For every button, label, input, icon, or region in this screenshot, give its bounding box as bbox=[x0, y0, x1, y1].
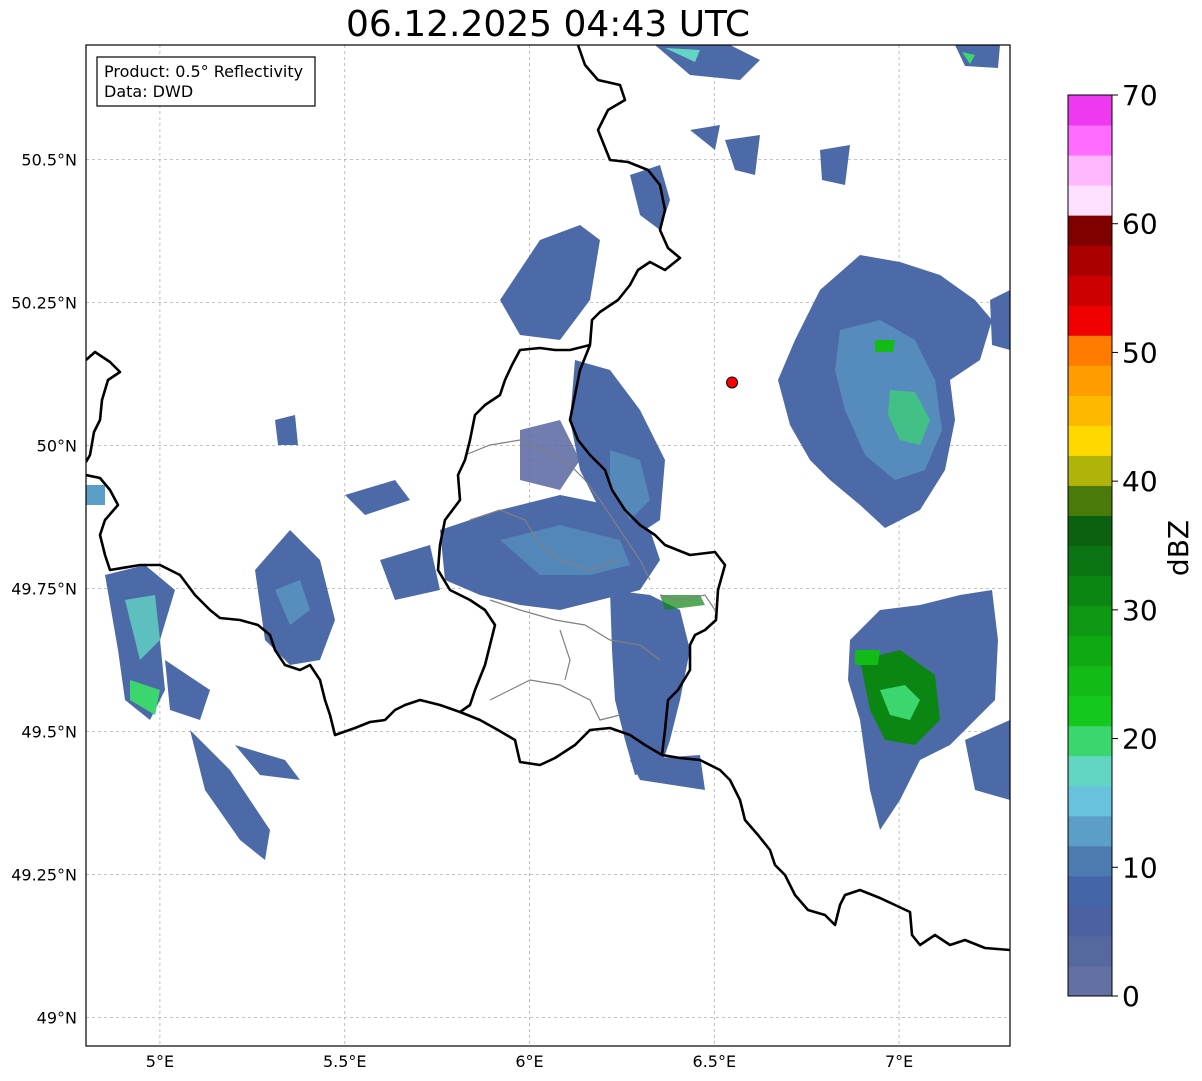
colorbar-tick-label: 40 bbox=[1122, 465, 1158, 498]
lat-tick-label: 49.75°N bbox=[11, 579, 77, 598]
colorbar-cell bbox=[1068, 485, 1112, 516]
colorbar-tick-label: 50 bbox=[1122, 336, 1158, 369]
colorbar-cell bbox=[1068, 935, 1112, 967]
info-data-source: Data: DWD bbox=[104, 82, 193, 101]
radar-site-marker bbox=[726, 376, 739, 389]
colorbar-cell bbox=[1068, 635, 1112, 667]
colorbar-cell bbox=[1068, 215, 1112, 246]
colorbar-cell bbox=[1068, 755, 1112, 787]
colorbar-cell bbox=[1068, 785, 1112, 817]
colorbar-cell bbox=[1068, 455, 1112, 486]
colorbar-cell bbox=[1068, 305, 1112, 336]
colorbar: 0 10 20 30 40 50 60 70 dBZ bbox=[1067, 79, 1195, 1013]
lon-tick-label: 5.5°E bbox=[323, 1052, 367, 1071]
colorbar-cell bbox=[1068, 185, 1112, 216]
colorbar-cell bbox=[1068, 695, 1112, 727]
colorbar-cell bbox=[1068, 275, 1112, 306]
colorbar-cell bbox=[1068, 125, 1112, 156]
colorbar-cell bbox=[1068, 515, 1112, 546]
info-product: Product: 0.5° Reflectivity bbox=[104, 62, 303, 81]
lon-tick-label: 5°E bbox=[146, 1052, 174, 1071]
lon-tick-label: 6°E bbox=[515, 1052, 543, 1071]
colorbar-cell bbox=[1068, 95, 1112, 126]
colorbar-cell bbox=[1068, 575, 1112, 607]
colorbar-cell bbox=[1068, 395, 1112, 426]
colorbar-cell bbox=[1068, 365, 1112, 396]
colorbar-tick-label: 70 bbox=[1122, 79, 1158, 112]
colorbar-label: dBZ bbox=[1162, 520, 1195, 576]
lon-tick-label: 7°E bbox=[885, 1052, 913, 1071]
colorbar-tick-label: 60 bbox=[1122, 208, 1158, 241]
colorbar-cell bbox=[1068, 905, 1112, 937]
colorbar-cell bbox=[1068, 425, 1112, 456]
colorbar-cell bbox=[1068, 155, 1112, 186]
colorbar-tick-label: 10 bbox=[1122, 851, 1158, 884]
colorbar-cell bbox=[1068, 725, 1112, 757]
colorbar-tick-label: 20 bbox=[1122, 723, 1158, 756]
lat-tick-label: 49°N bbox=[37, 1008, 77, 1027]
latitude-labels: 49°N 49.25°N 49.5°N 49.75°N 50°N 50.25°N 50.5°… bbox=[11, 150, 77, 1027]
colorbar-cell bbox=[1068, 605, 1112, 637]
lat-tick-label: 50°N bbox=[37, 436, 77, 455]
colorbar-cell bbox=[1068, 665, 1112, 697]
colorbar-cell bbox=[1068, 545, 1112, 577]
colorbar-tick-label: 0 bbox=[1122, 980, 1140, 1013]
lat-tick-label: 49.5°N bbox=[21, 722, 77, 741]
lon-tick-label: 6.5°E bbox=[693, 1052, 737, 1071]
map-area bbox=[86, 45, 1010, 1046]
colorbar-cell bbox=[1068, 875, 1112, 907]
colorbar-cell bbox=[1068, 815, 1112, 847]
radar-map-figure: Product: 0.5° Reflectivity Data: DWD 5°E… bbox=[11, 44, 1195, 1071]
colorbar-cell bbox=[1068, 845, 1112, 877]
reflectivity-echoes bbox=[86, 45, 1010, 860]
colorbar-tick-label: 30 bbox=[1122, 594, 1158, 627]
lat-tick-label: 50.25°N bbox=[11, 293, 77, 312]
colorbar-cell bbox=[1068, 965, 1112, 997]
lat-tick-label: 50.5°N bbox=[21, 150, 77, 169]
colorbar-cell bbox=[1068, 245, 1112, 276]
colorbar-cell bbox=[1068, 335, 1112, 366]
longitude-labels: 5°E 5.5°E 6°E 6.5°E 7°E bbox=[146, 1052, 913, 1071]
lat-tick-label: 49.25°N bbox=[11, 865, 77, 884]
info-box: Product: 0.5° Reflectivity Data: DWD bbox=[96, 56, 316, 107]
